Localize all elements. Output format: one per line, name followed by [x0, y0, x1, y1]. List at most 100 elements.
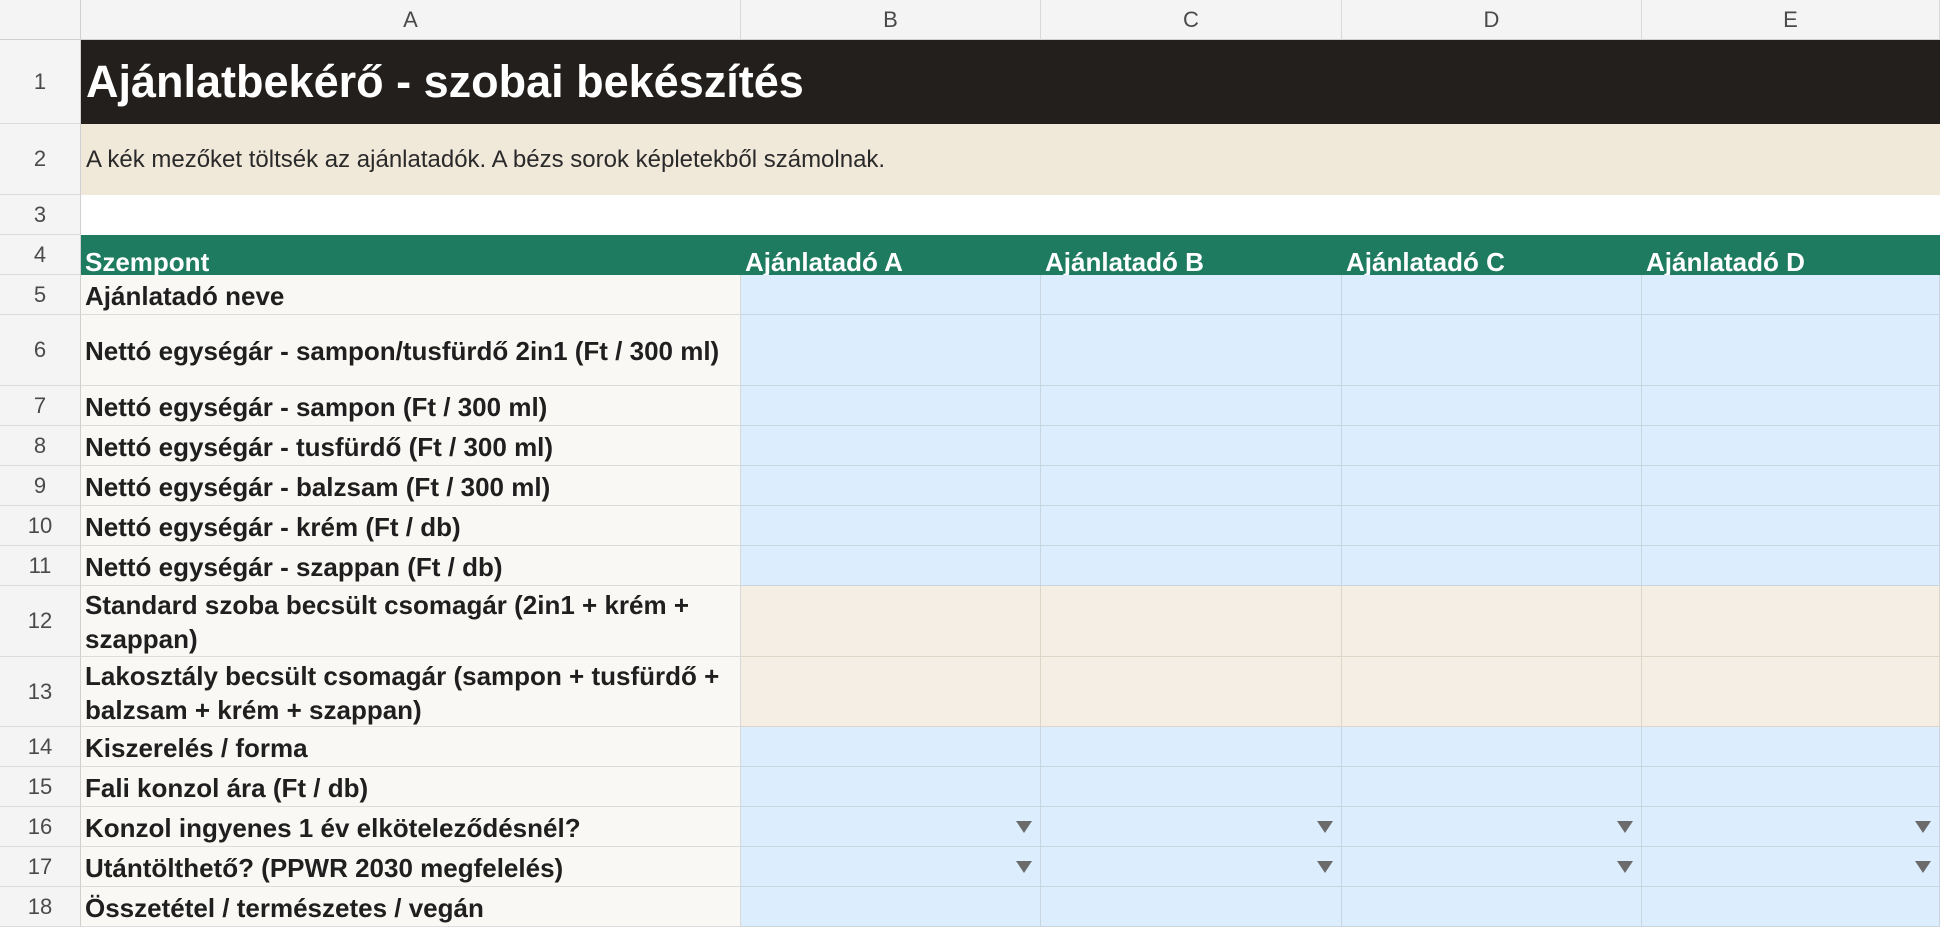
bidder-input-cell[interactable] — [1342, 727, 1642, 767]
select-all-corner[interactable] — [0, 0, 81, 40]
bidder-input-cell[interactable] — [1642, 887, 1940, 927]
row-header[interactable]: 3 — [0, 195, 81, 235]
row-header[interactable]: 11 — [0, 546, 81, 586]
criterion-label-cell[interactable]: Nettó egységár - krém (Ft / db) — [81, 506, 741, 546]
column-header-c[interactable]: C — [1041, 0, 1342, 40]
triangle-down-icon[interactable] — [1317, 820, 1333, 833]
bidder-input-cell[interactable] — [1041, 466, 1342, 506]
bidder-input-cell[interactable] — [741, 727, 1041, 767]
bidder-input-cell[interactable] — [741, 506, 1041, 546]
column-header-e[interactable]: E — [1642, 0, 1940, 40]
criterion-label-cell[interactable]: Nettó egységár - tusfürdő (Ft / 300 ml) — [81, 426, 741, 466]
criterion-label-cell[interactable]: Konzol ingyenes 1 év elköteleződésnél? — [81, 807, 741, 847]
criterion-label-cell[interactable]: Nettó egységár - szappan (Ft / db) — [81, 546, 741, 586]
bidder-input-cell[interactable] — [1041, 275, 1342, 315]
dropdown-cell[interactable] — [1342, 807, 1642, 847]
criterion-label-cell[interactable]: Kiszerelés / forma — [81, 727, 741, 767]
criterion-label-cell[interactable]: Utántölthető? (PPWR 2030 megfelelés) — [81, 847, 741, 887]
bidder-input-cell[interactable] — [1642, 466, 1940, 506]
empty-row-cell[interactable] — [81, 195, 1940, 235]
row-header[interactable]: 13 — [0, 657, 81, 727]
row-header[interactable]: 14 — [0, 727, 81, 767]
row-header[interactable]: 12 — [0, 586, 81, 657]
bidder-input-cell[interactable] — [1041, 546, 1342, 586]
bidder-input-cell[interactable] — [1642, 315, 1940, 386]
criterion-label-cell[interactable]: Nettó egységár - sampon (Ft / 300 ml) — [81, 386, 741, 426]
bidder-input-cell[interactable] — [741, 386, 1041, 426]
triangle-down-icon[interactable] — [1317, 860, 1333, 873]
triangle-down-icon[interactable] — [1915, 860, 1931, 873]
bidder-input-cell[interactable] — [1041, 315, 1342, 386]
bidder-input-cell[interactable] — [741, 426, 1041, 466]
row-header[interactable]: 16 — [0, 807, 81, 847]
criterion-label-cell[interactable]: Ajánlatadó neve — [81, 275, 741, 315]
row-header[interactable]: 9 — [0, 466, 81, 506]
bidder-input-cell[interactable] — [1342, 887, 1642, 927]
column-header-d[interactable]: D — [1342, 0, 1642, 40]
criterion-label-cell[interactable]: Fali konzol ára (Ft / db) — [81, 767, 741, 807]
bidder-input-cell[interactable] — [1342, 466, 1642, 506]
row-header[interactable]: 10 — [0, 506, 81, 546]
bidder-input-cell[interactable] — [1342, 546, 1642, 586]
formula-cell[interactable] — [1342, 586, 1642, 657]
bidder-input-cell[interactable] — [1642, 727, 1940, 767]
formula-cell[interactable] — [1041, 586, 1342, 657]
bidder-input-cell[interactable] — [741, 887, 1041, 927]
bidder-header-cell[interactable]: Ajánlatadó B — [1041, 235, 1342, 275]
bidder-input-cell[interactable] — [741, 546, 1041, 586]
row-header[interactable]: 8 — [0, 426, 81, 466]
bidder-input-cell[interactable] — [1342, 426, 1642, 466]
row-header[interactable]: 17 — [0, 847, 81, 887]
bidder-input-cell[interactable] — [1642, 275, 1940, 315]
bidder-header-cell[interactable]: Ajánlatadó C — [1342, 235, 1642, 275]
row-header[interactable]: 5 — [0, 275, 81, 315]
row-header[interactable]: 18 — [0, 887, 81, 927]
formula-cell[interactable] — [741, 657, 1041, 727]
dropdown-cell[interactable] — [1041, 807, 1342, 847]
bidder-input-cell[interactable] — [1041, 386, 1342, 426]
triangle-down-icon[interactable] — [1016, 820, 1032, 833]
formula-cell[interactable] — [1642, 657, 1940, 727]
dropdown-cell[interactable] — [1342, 847, 1642, 887]
triangle-down-icon[interactable] — [1617, 820, 1633, 833]
bidder-input-cell[interactable] — [741, 315, 1041, 386]
bidder-input-cell[interactable] — [741, 275, 1041, 315]
bidder-header-cell[interactable]: Ajánlatadó D — [1642, 235, 1940, 275]
row-header[interactable]: 7 — [0, 386, 81, 426]
bidder-header-cell[interactable]: Ajánlatadó A — [741, 235, 1041, 275]
dropdown-cell[interactable] — [741, 847, 1041, 887]
bidder-input-cell[interactable] — [1642, 426, 1940, 466]
criterion-label-cell[interactable]: Nettó egységár - sampon/tusfürdő 2in1 (F… — [81, 315, 741, 386]
formula-cell[interactable] — [1041, 657, 1342, 727]
bidder-input-cell[interactable] — [1041, 767, 1342, 807]
sheet-title-cell[interactable]: Ajánlatbekérő - szobai bekészítés — [81, 40, 1940, 124]
criterion-label-cell[interactable]: Standard szoba becsült csomagár (2in1 + … — [81, 586, 741, 657]
bidder-input-cell[interactable] — [1041, 506, 1342, 546]
row-header[interactable]: 6 — [0, 315, 81, 386]
formula-cell[interactable] — [1342, 657, 1642, 727]
criterion-header-cell[interactable]: Szempont — [81, 235, 741, 275]
bidder-input-cell[interactable] — [1342, 275, 1642, 315]
column-header-b[interactable]: B — [741, 0, 1041, 40]
triangle-down-icon[interactable] — [1617, 860, 1633, 873]
criterion-label-cell[interactable]: Nettó egységár - balzsam (Ft / 300 ml) — [81, 466, 741, 506]
dropdown-cell[interactable] — [1642, 847, 1940, 887]
criterion-label-cell[interactable]: Lakosztály becsült csomagár (sampon + tu… — [81, 657, 741, 727]
bidder-input-cell[interactable] — [1041, 727, 1342, 767]
bidder-input-cell[interactable] — [1642, 506, 1940, 546]
bidder-input-cell[interactable] — [1642, 767, 1940, 807]
dropdown-cell[interactable] — [1642, 807, 1940, 847]
bidder-input-cell[interactable] — [1342, 386, 1642, 426]
bidder-input-cell[interactable] — [1642, 386, 1940, 426]
bidder-input-cell[interactable] — [1642, 546, 1940, 586]
bidder-input-cell[interactable] — [1342, 767, 1642, 807]
formula-cell[interactable] — [741, 586, 1041, 657]
bidder-input-cell[interactable] — [1342, 506, 1642, 546]
row-header[interactable]: 15 — [0, 767, 81, 807]
dropdown-cell[interactable] — [1041, 847, 1342, 887]
row-header[interactable]: 2 — [0, 124, 81, 195]
bidder-input-cell[interactable] — [741, 466, 1041, 506]
bidder-input-cell[interactable] — [1041, 887, 1342, 927]
triangle-down-icon[interactable] — [1016, 860, 1032, 873]
dropdown-cell[interactable] — [741, 807, 1041, 847]
